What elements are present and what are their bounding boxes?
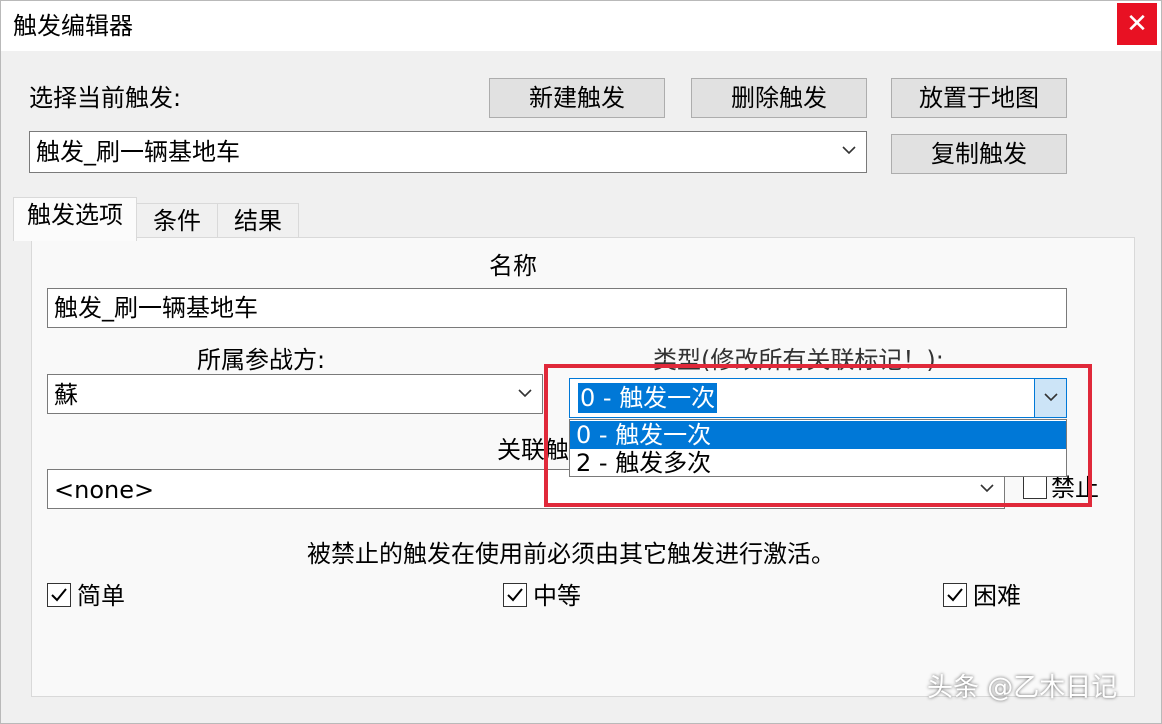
delete-trigger-button[interactable]: 删除触发 [691, 78, 867, 118]
disabled-note: 被禁止的触发在使用前必须由其它触发进行激活。 [307, 540, 835, 568]
linked-trigger-label: 关联触 [497, 436, 569, 464]
tab-results[interactable]: 结果 [217, 203, 299, 239]
medium-checkbox[interactable] [503, 583, 527, 607]
chevron-down-icon [1034, 379, 1066, 417]
name-label: 名称 [489, 252, 537, 280]
type-option-once[interactable]: 0 - 触发一次 [570, 421, 1066, 449]
type-option-multiple[interactable]: 2 - 触发多次 [570, 449, 1066, 477]
watermark: 头条 @乙木日记 [927, 673, 1118, 703]
linked-trigger-value: <none> [54, 476, 155, 504]
side-value: 蘇 [54, 381, 78, 409]
easy-checkbox[interactable] [47, 583, 71, 607]
new-trigger-button[interactable]: 新建触发 [489, 78, 665, 118]
hard-checkbox[interactable] [943, 583, 967, 607]
copy-trigger-button[interactable]: 复制触发 [891, 134, 1067, 174]
chevron-down-icon [514, 375, 536, 413]
place-on-map-button[interactable]: 放置于地图 [891, 78, 1067, 118]
side-label: 所属参战方: [197, 346, 326, 374]
disable-checkbox[interactable] [1023, 475, 1047, 499]
check-icon [947, 588, 963, 602]
type-dropdown-list: 0 - 触发一次 2 - 触发多次 [569, 419, 1067, 477]
select-trigger-label: 选择当前触发: [29, 84, 182, 112]
medium-label: 中等 [533, 582, 581, 610]
trigger-name-input[interactable]: 触发_刷一辆基地车 [47, 288, 1067, 328]
close-button[interactable]: ✕ [1117, 3, 1157, 45]
trigger-editor-window: 触发编辑器 ✕ 选择当前触发: 新建触发 删除触发 放置于地图 触发_刷一辆基地… [0, 0, 1162, 724]
side-select[interactable]: 蘇 [47, 374, 543, 414]
title-bar: 触发编辑器 ✕ [1, 1, 1161, 51]
disable-label: 禁止 [1051, 474, 1099, 502]
close-icon: ✕ [1126, 9, 1148, 39]
window-title: 触发编辑器 [13, 12, 133, 40]
check-icon [51, 588, 67, 602]
tab-trigger-options[interactable]: 触发选项 [13, 197, 137, 241]
hard-label: 困难 [973, 582, 1021, 610]
check-icon [507, 588, 523, 602]
type-label: 类型(修改所有关联标记！): [653, 346, 944, 374]
type-select[interactable]: 0 - 触发一次 [569, 378, 1067, 418]
current-trigger-value: 触发_刷一辆基地车 [36, 138, 240, 166]
current-trigger-select[interactable]: 触发_刷一辆基地车 [29, 131, 867, 173]
easy-label: 简单 [77, 582, 125, 610]
chevron-down-icon [838, 132, 860, 172]
tab-conditions[interactable]: 条件 [136, 203, 218, 239]
type-value: 0 - 触发一次 [578, 383, 718, 413]
